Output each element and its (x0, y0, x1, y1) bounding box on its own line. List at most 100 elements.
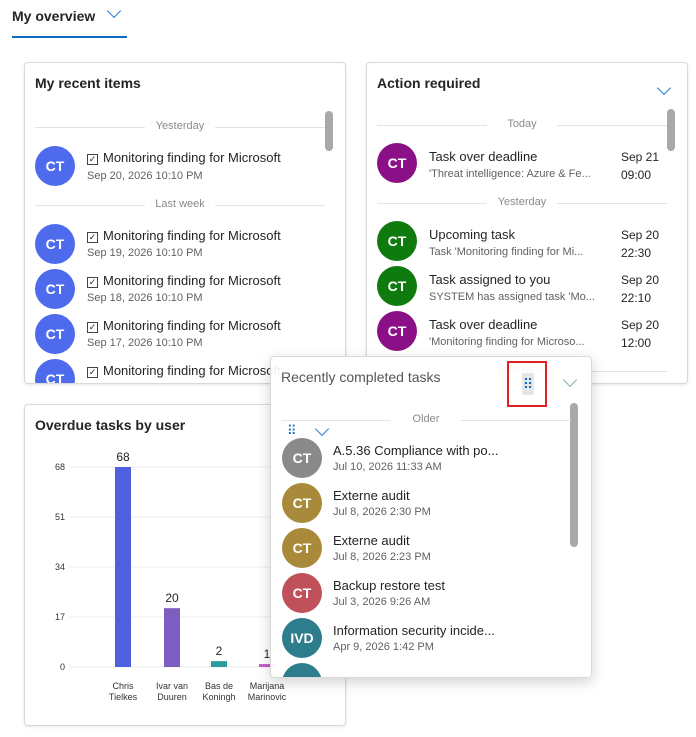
x-tick-label: Bas de (205, 681, 233, 691)
avatar: CT (377, 311, 417, 351)
overview-tab[interactable]: My overview (12, 0, 127, 38)
item-date: Sep 18, 2026 10:10 PM (87, 292, 203, 304)
item-subtitle: SYSTEM has assigned task 'Mo... (429, 291, 595, 303)
group-label: Last week (35, 198, 325, 212)
data-label: 2 (216, 644, 223, 658)
recent-items-card: My recent items Yesterday CT ✓ Monitoring… (24, 62, 346, 384)
avatar: CT (282, 573, 322, 613)
list-item[interactable]: CT A.5.36 Compliance with po... Jul 10, … (271, 436, 567, 480)
group-label: Older (281, 413, 571, 427)
bar (164, 608, 180, 667)
avatar: CT (35, 224, 75, 264)
group-label: Yesterday (35, 120, 325, 134)
chevron-down-icon[interactable] (656, 80, 672, 96)
checkbox-icon: ✓ (87, 277, 98, 288)
x-tick-label: Ivar van (156, 681, 188, 691)
action-required-card: Action required Today CT Task over deadl… (366, 62, 688, 384)
item-title: Externe audit (333, 533, 410, 548)
scrollbar[interactable] (570, 403, 578, 547)
checkbox-icon: ✓ (87, 322, 98, 333)
list-item[interactable]: CT Task assigned to you SYSTEM has assig… (367, 264, 667, 308)
list-item[interactable]: IVD Information security incide... Apr 9… (271, 616, 567, 660)
recently-completed-card[interactable]: Recently completed tasks ⠿ ⠿ Older CT A.… (270, 356, 592, 678)
list-item[interactable]: CT Task over deadline 'Monitoring findin… (367, 309, 667, 353)
item-title: Monitoring finding for Microsoft (103, 228, 281, 243)
checkbox-icon: ✓ (87, 232, 98, 243)
avatar: CT (35, 359, 75, 383)
item-date: Jul 8, 2026 2:23 PM (333, 551, 431, 563)
chevron-down-icon[interactable] (106, 3, 122, 19)
item-title: A.5.36 Compliance with po... (333, 443, 499, 458)
avatar: CT (35, 146, 75, 186)
item-time: 12:00 (621, 336, 652, 350)
item-title: Task over deadline (429, 317, 538, 332)
y-tick-label: 51 (55, 512, 65, 522)
y-tick-label: 68 (55, 462, 65, 472)
y-tick-label: 17 (55, 612, 65, 622)
drag-handle-icon: ⠿ (522, 373, 534, 395)
x-tick-label: Marinovic (248, 692, 287, 702)
avatar: CT (282, 528, 322, 568)
item-time: 09:00 (621, 168, 652, 182)
list-item[interactable]: CT Externe audit Jul 8, 2026 2:30 PM (271, 481, 567, 525)
item-date: Sep 17, 2026 10:10 PM (87, 337, 203, 349)
list-item[interactable]: CT ✓ Monitoring finding for Microsoft Sep… (25, 266, 325, 310)
scrollbar[interactable] (667, 109, 675, 151)
drag-handle[interactable]: ⠿ (507, 361, 547, 407)
item-title: Task over deadline (429, 149, 538, 164)
item-date: Sep 19, 2026 10:10 PM (87, 247, 203, 259)
item-date: Sep 20, 2026 10:10 PM (87, 170, 203, 182)
item-date: Jul 3, 2026 9:26 AM (333, 596, 431, 608)
item-title: Task assigned to you (429, 272, 551, 287)
item-time: 22:30 (621, 246, 652, 260)
item-date: Apr 9, 2026 1:42 PM (333, 641, 434, 653)
item-date: Jul 10, 2026 11:33 AM (333, 461, 442, 473)
avatar: CT (377, 266, 417, 306)
x-tick-label: Duuren (157, 692, 187, 702)
checkbox-icon: ✓ (87, 367, 98, 378)
avatar: CT (35, 269, 75, 309)
data-label: 68 (116, 450, 130, 464)
bar (115, 467, 131, 667)
list-item[interactable]: CT Backup restore test Jul 3, 2026 9:26 … (271, 571, 567, 615)
list-item[interactable]: CT ✓ Monitoring finding for Microsoft Sep… (25, 311, 325, 355)
y-tick-label: 34 (55, 562, 65, 572)
list-item[interactable]: CT ✓ Monitoring finding for Microsoft Sep… (25, 221, 325, 265)
list-item[interactable]: CT Task over deadline 'Threat intelligen… (367, 141, 667, 185)
avatar: CT (377, 221, 417, 261)
list-item[interactable]: CT Upcoming task Task 'Monitoring findin… (367, 219, 667, 263)
y-tick-label: 0 (60, 662, 65, 672)
avatar: CT (282, 438, 322, 478)
list-item[interactable]: CT ✓ Monitoring finding for Microsoft Sep… (25, 143, 325, 189)
avatar: CT (377, 143, 417, 183)
avatar: CT (282, 483, 322, 523)
avatar: IVD (282, 618, 322, 658)
x-tick-label: Tielkes (109, 692, 138, 702)
item-subtitle: Task 'Monitoring finding for Mi... (429, 246, 584, 258)
list-item[interactable]: CT Externe audit Jul 8, 2026 2:23 PM (271, 526, 567, 570)
avatar (282, 663, 322, 677)
scrollbar[interactable] (325, 111, 333, 151)
item-title: Monitoring finding for Microsoft (103, 318, 281, 333)
chevron-down-icon[interactable] (562, 372, 578, 388)
item-title: Externe audit (333, 488, 410, 503)
page-title: My overview (12, 8, 96, 24)
recent-items-title: My recent items (35, 75, 141, 91)
checkbox-icon: ✓ (87, 154, 98, 165)
item-date: Sep 21 (621, 150, 660, 164)
item-date: Sep 20 (621, 228, 660, 242)
item-date: Sep 20 (621, 273, 660, 287)
item-title: Information security incide... (333, 623, 495, 638)
x-tick-label: Koningh (202, 692, 235, 702)
item-title: Monitoring finding for Microsoft (103, 150, 281, 165)
group-label: Today (377, 118, 667, 132)
item-subtitle: 'Monitoring finding for Microso... (429, 336, 585, 348)
x-tick-label: Marijana (250, 681, 285, 691)
item-title: Backup restore test (333, 578, 445, 593)
bar (211, 661, 227, 667)
data-label: 20 (165, 591, 179, 605)
group-label: Yesterday (377, 196, 667, 210)
recently-completed-title: Recently completed tasks (281, 369, 441, 385)
item-time: 22:10 (621, 291, 652, 305)
action-required-title: Action required (377, 75, 481, 91)
